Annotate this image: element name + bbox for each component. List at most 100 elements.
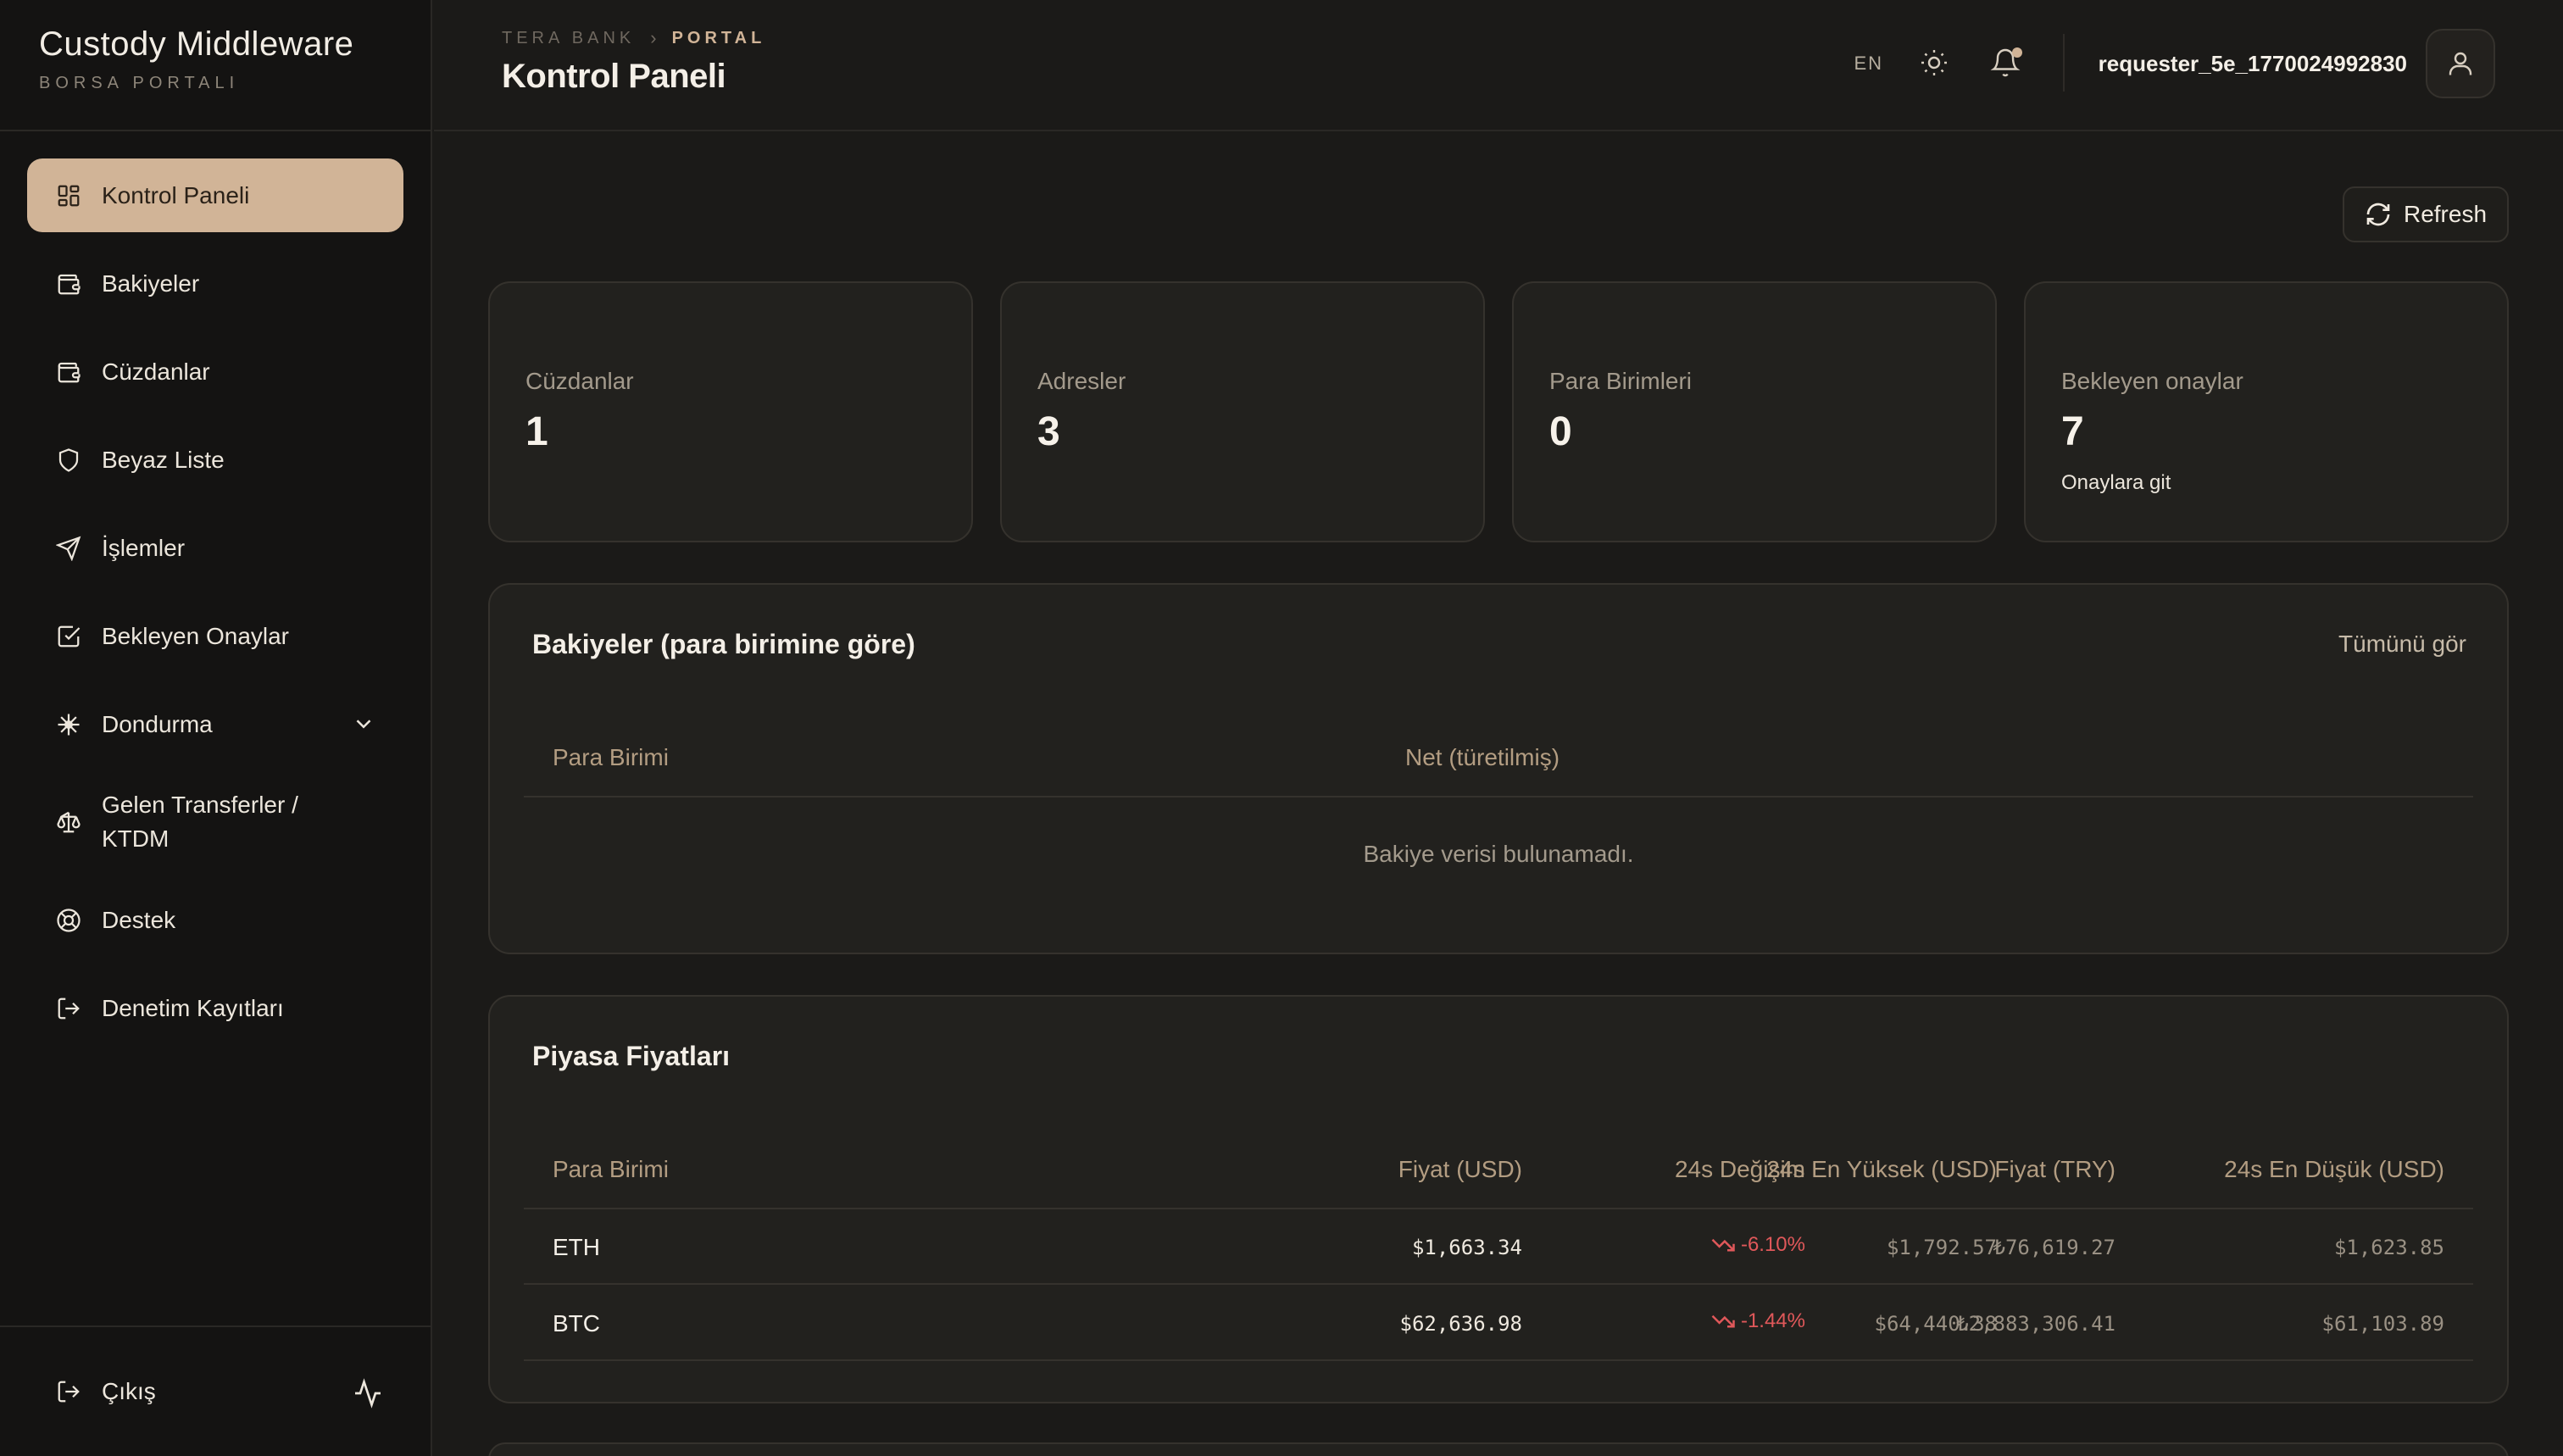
sidebar-item-islemler[interactable]: İşlemler xyxy=(27,511,403,585)
notification-badge xyxy=(2012,47,2022,58)
low-24h: $1,623.85 xyxy=(2333,1236,2444,1259)
stat-value: 7 xyxy=(2061,409,2084,454)
brand: Custody Middleware BORSA PORTALI xyxy=(0,0,431,131)
sidebar-item-label: Bakiyeler xyxy=(102,270,200,297)
language-toggle[interactable]: EN xyxy=(1854,53,1883,75)
brand-title: Custody Middleware xyxy=(39,25,354,63)
sidebar-item-label: Beyaz Liste xyxy=(102,446,225,473)
column-header[interactable]: Fiyat (TRY) xyxy=(1994,1156,2115,1183)
trending-down-icon xyxy=(1711,1314,1735,1328)
row-divider xyxy=(524,1283,2473,1285)
shield-icon xyxy=(54,446,83,475)
wallet-icon xyxy=(54,358,83,386)
sidebar-item-label: İşlemler xyxy=(102,534,186,561)
refresh-label: Refresh xyxy=(2403,201,2488,227)
stat-label: Adresler xyxy=(1037,368,1126,394)
change-24h: -1.44% xyxy=(1710,1309,1805,1334)
refresh-button[interactable]: Refresh xyxy=(2343,186,2509,242)
send-icon xyxy=(54,534,83,563)
panel-title: Piyasa Fiyatları xyxy=(532,1041,731,1071)
stat-value: 1 xyxy=(525,409,548,454)
header-divider xyxy=(2063,34,2065,92)
go-to-approvals-link[interactable]: Onaylara git xyxy=(2061,471,2171,495)
stat-label: Cüzdanlar xyxy=(525,368,634,394)
sidebar-item-destek[interactable]: Destek xyxy=(27,883,403,957)
chevron-down-icon[interactable] xyxy=(351,711,376,736)
high-24h: $64,440.38 xyxy=(1874,1312,1998,1336)
sidebar-item-bakiyeler[interactable]: Bakiyeler xyxy=(27,247,403,320)
see-all-link[interactable]: Tümünü gör xyxy=(2338,631,2466,658)
column-header[interactable]: Fiyat (USD) xyxy=(1398,1156,1522,1183)
log-out-icon xyxy=(54,1377,83,1406)
sidebar-item-label: Dondurma xyxy=(102,710,213,737)
notifications-button[interactable] xyxy=(1990,47,2024,81)
wallet-icon xyxy=(54,270,83,298)
refresh-icon xyxy=(2366,203,2390,226)
trending-down-icon xyxy=(1711,1238,1735,1252)
column-header[interactable]: Para Birimi xyxy=(553,1156,669,1183)
column-header[interactable]: Net (türetilmiş) xyxy=(1405,744,1559,771)
snowflake-icon xyxy=(54,710,83,739)
sidebar-item-bekleyen-onaylar[interactable]: Bekleyen Onaylar xyxy=(27,599,403,673)
sun-icon xyxy=(1921,50,1947,75)
change-24h: -6.10% xyxy=(1710,1232,1805,1258)
table-divider xyxy=(524,796,2473,797)
table-divider xyxy=(524,1208,2473,1209)
sidebar-item-label: Destek xyxy=(102,906,176,933)
stat-label: Bekleyen onaylar xyxy=(2061,368,2243,394)
currency-symbol: BTC xyxy=(553,1310,600,1337)
activity-icon[interactable] xyxy=(353,1378,383,1409)
stat-value: 3 xyxy=(1037,409,1060,454)
next-panel xyxy=(488,1442,2509,1456)
balances-panel: Bakiyeler (para birimine göre) Tümünü gö… xyxy=(488,583,2509,954)
sidebar-footer: Çıkış xyxy=(0,1325,431,1456)
user-avatar-button[interactable] xyxy=(2426,29,2495,98)
price-usd: $62,636.98 xyxy=(1399,1312,1523,1336)
sidebar-item-dondurma[interactable]: Dondurma xyxy=(27,687,403,761)
top-header: TERA BANK › PORTAL Kontrol Paneli EN req… xyxy=(434,0,2563,131)
sidebar-item-kontrol-paneli[interactable]: Kontrol Paneli xyxy=(27,158,403,232)
breadcrumb: TERA BANK › PORTAL xyxy=(502,27,765,49)
sidebar-item-label: Bekleyen Onaylar xyxy=(102,622,290,649)
sidebar-item-label: Gelen Transferler / KTDM xyxy=(102,792,298,852)
logout-button[interactable]: Çıkış xyxy=(54,1377,156,1406)
username: requester_5e_1770024992830 xyxy=(2098,51,2407,76)
chevron-right-icon: › xyxy=(650,27,657,48)
price-usd: $1,663.34 xyxy=(1411,1236,1522,1259)
check-square-icon xyxy=(54,622,83,651)
sidebar-item-label: Denetim Kayıtları xyxy=(102,994,284,1021)
sidebar-item-cuzdanlar[interactable]: Cüzdanlar xyxy=(27,335,403,408)
log-out-icon xyxy=(54,994,83,1023)
scale-icon xyxy=(54,808,83,836)
stat-card-addresses: Adresler 3 xyxy=(1000,281,1485,542)
stat-value: 0 xyxy=(1549,409,1572,454)
row-divider xyxy=(524,1359,2473,1361)
market-prices-panel: Piyasa Fiyatları Para Birimi Fiyat (USD)… xyxy=(488,995,2509,1403)
panel-title: Bakiyeler (para birimine göre) xyxy=(532,629,915,659)
currency-symbol: ETH xyxy=(553,1234,600,1260)
high-24h: $1,792.57 xyxy=(1886,1236,1997,1259)
brand-subtitle: BORSA PORTALI xyxy=(39,74,240,92)
sidebar-nav: Kontrol Paneli Bakiyeler Cüzdanlar Beyaz… xyxy=(0,131,431,1045)
lifebuoy-icon xyxy=(54,906,83,935)
logout-label: Çıkış xyxy=(102,1378,156,1404)
stat-label: Para Birimleri xyxy=(1549,368,1693,394)
column-header[interactable]: 24s En Düşük (USD) xyxy=(2224,1156,2444,1183)
sidebar: Custody Middleware BORSA PORTALI Kontrol… xyxy=(0,0,432,1456)
sidebar-item-gelen-transferler[interactable]: Gelen Transferler / KTDM xyxy=(27,775,403,869)
stat-card-wallets: Cüzdanlar 1 xyxy=(488,281,973,542)
column-header[interactable]: Para Birimi xyxy=(553,744,669,771)
price-try: ₺76,619.27 xyxy=(1993,1236,2116,1259)
page-title: Kontrol Paneli xyxy=(502,58,726,95)
stat-card-pending-approvals: Bekleyen onaylar 7 Onaylara git xyxy=(2024,281,2509,542)
column-header[interactable]: 24s En Yüksek (USD) xyxy=(1766,1156,1997,1183)
sidebar-item-label: Kontrol Paneli xyxy=(102,181,250,208)
breadcrumb-root[interactable]: TERA BANK xyxy=(502,29,635,48)
sidebar-item-beyaz-liste[interactable]: Beyaz Liste xyxy=(27,423,403,497)
theme-toggle-button[interactable] xyxy=(1919,47,1953,81)
dashboard-icon xyxy=(54,181,83,210)
breadcrumb-current: PORTAL xyxy=(671,28,766,47)
sidebar-item-label: Cüzdanlar xyxy=(102,358,210,385)
sidebar-item-denetim-kayitlari[interactable]: Denetim Kayıtları xyxy=(27,971,403,1045)
low-24h: $61,103.89 xyxy=(2321,1312,2445,1336)
